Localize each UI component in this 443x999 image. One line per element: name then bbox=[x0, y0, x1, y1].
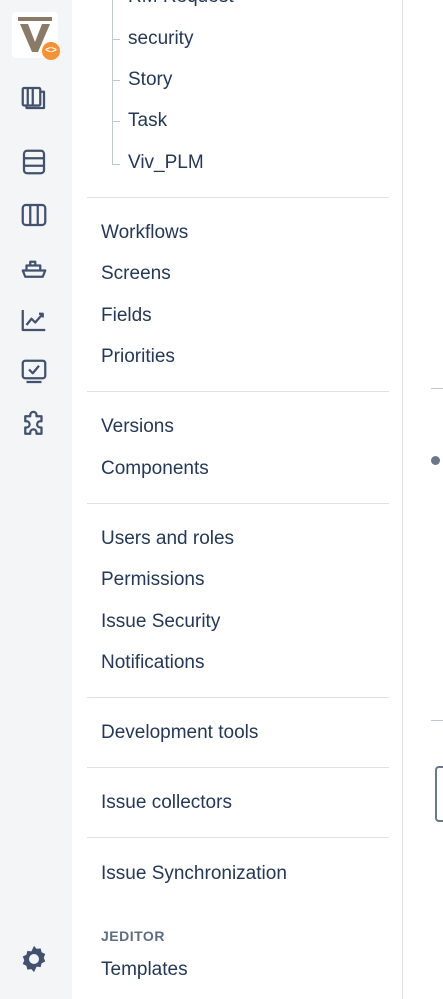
nav-issue-security[interactable]: Issue Security bbox=[101, 611, 220, 633]
issue-type-security[interactable]: security bbox=[128, 28, 193, 50]
nav-screens[interactable]: Screens bbox=[101, 263, 171, 285]
nav-development-tools[interactable]: Development tools bbox=[101, 722, 258, 744]
divider bbox=[87, 697, 389, 698]
divider bbox=[87, 767, 389, 768]
issues-icon[interactable] bbox=[18, 356, 50, 388]
dev-badge: <> bbox=[42, 42, 60, 60]
divider bbox=[87, 837, 389, 838]
issue-type-story[interactable]: Story bbox=[128, 69, 172, 91]
reports-icon[interactable] bbox=[18, 304, 50, 336]
tree-tick bbox=[112, 39, 120, 40]
app-logo[interactable]: <> bbox=[12, 12, 60, 60]
project-settings-sidebar bbox=[72, 0, 402, 999]
nav-components[interactable]: Components bbox=[101, 458, 209, 480]
columns-icon[interactable] bbox=[18, 199, 50, 231]
content-rule bbox=[431, 388, 443, 389]
clipboard-icon bbox=[435, 766, 443, 822]
tree-tick bbox=[112, 80, 120, 81]
backlog-icon[interactable] bbox=[18, 146, 50, 178]
gear-icon[interactable] bbox=[18, 943, 50, 975]
divider bbox=[87, 197, 389, 198]
issue-type-rm-request[interactable]: RM Request bbox=[128, 0, 234, 8]
nav-issue-collectors[interactable]: Issue collectors bbox=[101, 792, 232, 814]
tree-line bbox=[112, 0, 113, 165]
connector-dot bbox=[431, 456, 440, 465]
tree-tick bbox=[112, 121, 120, 122]
nav-users-and-roles[interactable]: Users and roles bbox=[101, 528, 234, 550]
issue-type-viv-plm[interactable]: Viv_PLM bbox=[128, 152, 204, 174]
nav-issue-synchronization[interactable]: Issue Synchronization bbox=[101, 863, 287, 885]
nav-templates[interactable]: Templates bbox=[101, 959, 188, 981]
issue-type-task[interactable]: Task bbox=[128, 110, 167, 132]
nav-notifications[interactable]: Notifications bbox=[101, 652, 205, 674]
divider bbox=[87, 503, 389, 504]
content-rule bbox=[431, 720, 443, 721]
board-icon[interactable] bbox=[18, 82, 50, 114]
nav-permissions[interactable]: Permissions bbox=[101, 569, 204, 591]
nav-versions[interactable]: Versions bbox=[101, 416, 174, 438]
nav-workflows[interactable]: Workflows bbox=[101, 222, 188, 244]
nav-priorities[interactable]: Priorities bbox=[101, 346, 175, 368]
addons-icon[interactable] bbox=[18, 409, 50, 441]
divider bbox=[87, 391, 389, 392]
tree-tick bbox=[112, 164, 120, 165]
sidebar-border bbox=[402, 0, 403, 999]
app-rail: <> bbox=[0, 0, 72, 999]
section-heading-jeditor: JEDITOR bbox=[101, 928, 165, 944]
nav-fields[interactable]: Fields bbox=[101, 305, 152, 327]
releases-icon[interactable] bbox=[18, 252, 50, 284]
